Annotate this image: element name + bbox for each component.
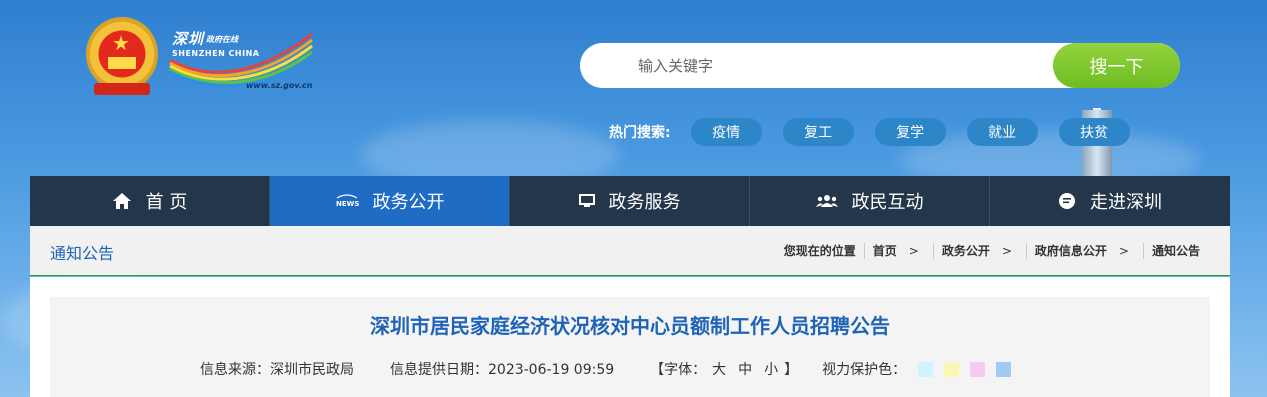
- breadcrumb-separator: >: [1118, 243, 1129, 258]
- logo-url: www.sz.gov.cn: [246, 81, 313, 90]
- nav-item-label: 走进深圳: [1090, 192, 1162, 213]
- hot-tag-employment[interactable]: 就业: [966, 118, 1038, 146]
- eye-care-swatch-cyan[interactable]: [918, 361, 934, 377]
- article-meta: 信息来源：深圳市民政局 信息提供日期：2023-06-19 09:59 【字体：…: [200, 359, 1022, 379]
- nav-item-label: 首 页: [145, 192, 188, 213]
- breadcrumb-bar: 通知公告 您现在的位置 首页 > 政务公开 > 政府信息公开 > 通知公告: [30, 226, 1230, 276]
- article-date: 信息提供日期：2023-06-19 09:59: [390, 362, 615, 378]
- hot-search: 热门搜索: 疫情 复工 复学 就业 扶贫: [609, 118, 1151, 146]
- section-title: 通知公告: [50, 244, 115, 263]
- nav-item-government-services[interactable]: 政务服务: [510, 176, 750, 226]
- nav-item-label: 政民互动: [851, 192, 924, 213]
- nav-item-label: 政务公开: [372, 192, 445, 213]
- search-input[interactable]: [638, 43, 1038, 88]
- eye-care-swatch-pink[interactable]: [970, 361, 986, 377]
- chat-icon: [1058, 192, 1076, 210]
- content-area: 深圳市居民家庭经济状况核对中心员额制工作人员招聘公告 信息来源：深圳市民政局 信…: [30, 277, 1230, 397]
- breadcrumb-separator: >: [908, 243, 919, 258]
- site-logo[interactable]: 深圳 政府在线 SHENZHEN CHINA www.sz.gov.cn: [166, 24, 316, 94]
- search-bar: 搜一下: [580, 43, 1180, 88]
- breadcrumb-notices[interactable]: 通知公告: [1152, 242, 1200, 259]
- logo-cn-subtitle: 政府在线: [206, 35, 238, 44]
- breadcrumb-prefix: 您现在的位置: [783, 244, 856, 258]
- hot-tag-school-resumption[interactable]: 复学: [874, 118, 946, 146]
- font-size-large[interactable]: 大: [712, 359, 726, 379]
- search-button[interactable]: 搜一下: [1053, 43, 1180, 88]
- hot-tag-epidemic[interactable]: 疫情: [690, 118, 762, 146]
- breadcrumb-separator: >: [1001, 243, 1012, 258]
- breadcrumb-divider: [1142, 242, 1144, 259]
- breadcrumb-divider: [1025, 242, 1027, 259]
- font-size-label-close: 】: [784, 362, 799, 378]
- news-icon: NEWS: [335, 194, 359, 208]
- nav-item-about-shenzhen[interactable]: 走进深圳: [990, 176, 1230, 226]
- breadcrumb-home[interactable]: 首页: [873, 242, 897, 259]
- breadcrumb: 您现在的位置 首页 > 政务公开 > 政府信息公开 > 通知公告: [784, 242, 1200, 259]
- svg-text:NEWS: NEWS: [336, 200, 359, 208]
- nav-item-home[interactable]: 首 页: [30, 176, 270, 226]
- logo-en-name: SHENZHEN CHINA: [172, 49, 260, 58]
- monitor-icon: [578, 194, 595, 208]
- article-title: 深圳市居民家庭经济状况核对中心员额制工作人员招聘公告: [370, 314, 890, 338]
- breadcrumb-government-affairs[interactable]: 政务公开: [942, 242, 990, 259]
- home-icon: [112, 192, 132, 210]
- font-size-small[interactable]: 小: [764, 359, 778, 379]
- font-size-medium[interactable]: 中: [738, 359, 752, 379]
- logo-cn-name: 深圳: [172, 30, 205, 48]
- hot-tag-poverty-alleviation[interactable]: 扶贫: [1058, 118, 1130, 146]
- eye-care-label: 视力保护色：: [822, 362, 907, 378]
- people-icon: [815, 194, 838, 208]
- nav-item-public-interaction[interactable]: 政民互动: [750, 176, 990, 226]
- hot-search-label: 热门搜索:: [609, 125, 671, 141]
- eye-care-swatch-blue[interactable]: [996, 361, 1012, 377]
- hot-tag-work-resumption[interactable]: 复工: [782, 118, 854, 146]
- nav-item-government-affairs[interactable]: NEWS 政务公开: [270, 176, 510, 226]
- national-emblem-icon: ★: [86, 17, 158, 97]
- main-nav: 首 页 NEWS 政务公开 政务服务 政民互动 走进深圳: [30, 176, 1230, 226]
- font-size-label-open: 【字体：: [650, 362, 707, 378]
- breadcrumb-info-disclosure[interactable]: 政府信息公开: [1035, 242, 1107, 259]
- article-header: 深圳市居民家庭经济状况核对中心员额制工作人员招聘公告 信息来源：深圳市民政局 信…: [50, 297, 1210, 397]
- breadcrumb-divider: [932, 242, 934, 259]
- breadcrumb-divider: [863, 242, 865, 259]
- nav-item-label: 政务服务: [608, 192, 681, 213]
- eye-care-swatch-yellow[interactable]: [944, 361, 960, 377]
- article-source: 信息来源：深圳市民政局: [200, 362, 354, 378]
